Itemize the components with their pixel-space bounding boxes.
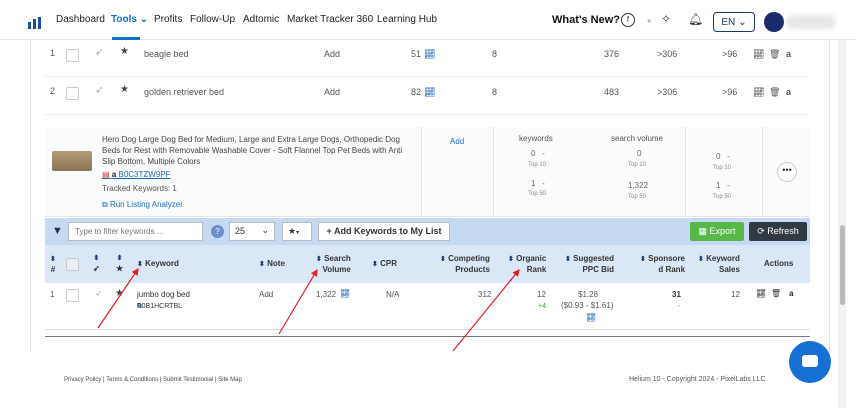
arrow-to-organic-rank <box>452 269 520 352</box>
arrow-to-search-volume <box>278 268 318 335</box>
arrow-to-keyword <box>97 268 139 329</box>
annotation-arrows <box>97 268 520 352</box>
